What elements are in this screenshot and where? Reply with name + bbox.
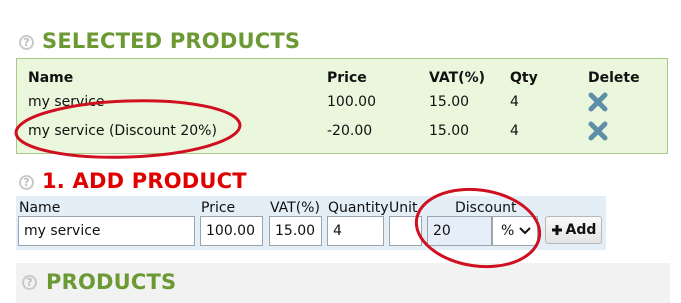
- discount-unit-value: %: [501, 223, 515, 239]
- col-header-delete: Delete: [588, 70, 640, 86]
- help-icon[interactable]: ?: [19, 35, 34, 50]
- price-field[interactable]: 100.00: [200, 216, 263, 246]
- row-price: -20.00: [327, 123, 373, 139]
- row-price: 100.00: [327, 94, 376, 110]
- row-qty: 4: [510, 94, 519, 110]
- help-icon[interactable]: ?: [22, 275, 37, 290]
- price-label: Price: [201, 200, 236, 216]
- row-name: my service (Discount 20%): [28, 123, 217, 139]
- vat-label: VAT(%): [270, 200, 320, 216]
- col-header-vat: VAT(%): [429, 70, 486, 86]
- row-name: my service: [28, 94, 105, 110]
- unit-label: Unit: [389, 200, 418, 216]
- products-title: PRODUCTS: [46, 270, 177, 294]
- name-field[interactable]: my service: [18, 216, 195, 246]
- add-product-title: 1. ADD PRODUCT: [42, 169, 247, 193]
- add-button[interactable]: Add: [545, 216, 602, 244]
- discount-unit-select[interactable]: %: [492, 216, 538, 246]
- delete-x-icon[interactable]: [587, 91, 609, 113]
- vat-field[interactable]: 15.00: [269, 216, 322, 246]
- help-icon[interactable]: ?: [19, 175, 34, 190]
- selected-products-table: Name Price VAT(%) Qty Delete my service …: [16, 58, 668, 154]
- plus-icon: [551, 225, 562, 235]
- col-header-price: Price: [327, 70, 367, 86]
- selected-products-title: SELECTED PRODUCTS: [42, 29, 301, 53]
- discount-field[interactable]: 20: [427, 216, 492, 246]
- quantity-label: Quantity: [328, 200, 389, 216]
- col-header-qty: Qty: [510, 70, 538, 86]
- row-vat: 15.00: [429, 123, 470, 139]
- col-header-name: Name: [28, 70, 74, 86]
- chevron-down-icon: [519, 227, 531, 235]
- delete-x-icon[interactable]: [587, 120, 609, 142]
- row-qty: 4: [510, 123, 519, 139]
- discount-label: Discount: [455, 200, 517, 216]
- quantity-field[interactable]: 4: [327, 216, 384, 246]
- name-label: Name: [19, 200, 61, 216]
- add-button-label: Add: [565, 222, 597, 238]
- unit-field[interactable]: [389, 216, 422, 246]
- row-vat: 15.00: [429, 94, 470, 110]
